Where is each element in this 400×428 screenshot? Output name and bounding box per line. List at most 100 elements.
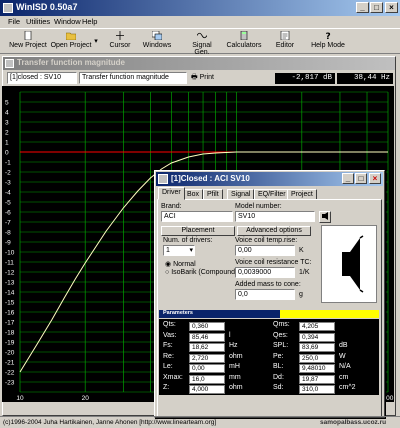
param-value-field[interactable]: 83,69 [299, 343, 335, 352]
signal-generator-icon [197, 32, 207, 39]
print-button[interactable]: 🖶 Print [191, 73, 221, 84]
x-tick-label: 10 [16, 395, 24, 402]
param-value-field[interactable]: 4,205 [299, 322, 335, 331]
param-value-field[interactable]: 310,0 [299, 385, 335, 394]
maximize-button[interactable]: □ [370, 2, 383, 13]
num-drivers-select[interactable]: 1 ▾ [163, 245, 195, 256]
windows-button[interactable]: Windows [142, 31, 172, 53]
param-unit: W [339, 352, 346, 360]
dialog-title: [1]Closed : ACI SV10 [171, 174, 250, 183]
editor-label: Editor [275, 42, 295, 49]
editor-icon [280, 31, 290, 40]
dialog-close-button[interactable]: × [369, 173, 381, 184]
param-name: SPL: [273, 342, 289, 349]
y-tick-label: 1 [5, 140, 9, 147]
function-combo[interactable]: Transfer function magnitude [79, 72, 187, 84]
help-mode-button[interactable]: ? Help Mode [310, 31, 346, 53]
dialog-icon [158, 174, 168, 184]
open-folder-icon [66, 32, 76, 40]
param-unit: ohm [229, 352, 243, 360]
param-value-field[interactable]: 4,000 [189, 385, 225, 394]
app-icon [3, 3, 13, 13]
project-combo-value: [1]closed : SV10 [10, 74, 61, 81]
driver-lookup-button[interactable] [319, 211, 331, 223]
y-tick-label: -17 [5, 320, 15, 327]
y-tick-label: 0 [5, 150, 9, 157]
y-tick-label: 5 [5, 100, 9, 107]
voice-temp-label: Voice coil temp.rise: [235, 237, 298, 244]
param-value-field[interactable]: 250,0 [299, 353, 335, 363]
menu-window[interactable]: Window [54, 17, 81, 26]
signal-generator-button[interactable]: Signal Gen. [186, 31, 218, 56]
y-tick-label: -21 [5, 360, 15, 367]
param-unit: dB [339, 342, 348, 349]
windows-label: Windows [142, 42, 172, 49]
added-mass-field[interactable]: 0,0 [235, 289, 295, 300]
vc-resist-unit: 1/K [299, 269, 310, 276]
voice-temp-field[interactable]: 0,00 [235, 245, 295, 256]
x-tick-label: 20 [82, 395, 90, 402]
param-value-field[interactable]: 16,0 [189, 374, 225, 384]
brand-field[interactable]: ACI [161, 211, 233, 222]
advanced-options-button[interactable]: Advanced options [237, 226, 311, 236]
param-value-field[interactable]: 2,720 [189, 353, 225, 363]
project-combo[interactable]: [1]closed : SV10 [7, 72, 77, 84]
param-value-field[interactable]: 19,87 [299, 374, 335, 384]
open-project-button[interactable]: Open Project [50, 31, 92, 53]
y-tick-label: -5 [5, 200, 11, 207]
calculator-icon [240, 31, 248, 40]
model-field[interactable]: SV10 [235, 211, 315, 222]
param-unit: cm^2 [339, 384, 356, 391]
y-tick-label: -7 [5, 220, 11, 227]
param-value-field[interactable]: 0,394 [299, 332, 335, 342]
graph-window-icon [5, 59, 14, 68]
y-tick-label: -22 [5, 370, 15, 377]
menu-help[interactable]: Help [82, 17, 97, 26]
brand-label: Brand: [161, 203, 182, 210]
minimize-button[interactable]: _ [356, 2, 369, 13]
param-value-field[interactable]: 85,46 [189, 332, 225, 342]
cursor-button[interactable]: Cursor [108, 31, 132, 53]
signal-generator-label: Signal Gen. [192, 42, 212, 56]
param-name: Le: [163, 363, 173, 370]
voice-temp-unit: K [299, 247, 304, 254]
param-name: Qms: [273, 321, 290, 328]
windows-icon [152, 31, 162, 40]
new-project-icon [24, 31, 32, 40]
normal-label: Normal [173, 261, 196, 268]
close-button[interactable]: × [385, 2, 398, 13]
param-value-field[interactable]: 0,00 [189, 364, 225, 373]
num-drivers-value: 1 [166, 247, 170, 254]
param-name: Vas: [163, 331, 177, 339]
cursor-icon [116, 31, 124, 40]
hz-readout: 38,44 Hz [337, 73, 393, 84]
printer-icon: 🖶 [191, 74, 198, 81]
param-value-field[interactable]: 18,62 [189, 343, 225, 352]
param-unit: l [229, 331, 231, 339]
param-name: Pe: [273, 352, 284, 360]
normal-radio[interactable]: ◉ Normal [165, 260, 196, 268]
y-tick-label: -12 [5, 270, 15, 277]
param-unit: cm [339, 373, 349, 381]
menu-utilities[interactable]: Utilities [26, 17, 50, 26]
vc-resist-label: Voice coil resistance TC: [235, 259, 312, 266]
menu-bar: File Utilities Window Help [0, 16, 400, 28]
dialog-maximize-button[interactable]: □ [355, 173, 367, 184]
y-tick-label: -1 [5, 160, 11, 167]
editor-button[interactable]: Editor [272, 31, 298, 53]
new-project-button[interactable]: New Project [8, 31, 48, 53]
placement-button[interactable]: Placement [161, 226, 235, 236]
dialog-minimize-button[interactable]: _ [342, 173, 354, 184]
isobarik-radio[interactable]: ○ IsoBarik (Compound) [165, 269, 237, 276]
radio-selected-icon: ◉ [165, 261, 172, 268]
help-icon: ? [326, 32, 331, 40]
param-value-field[interactable]: 0,360 [189, 322, 225, 331]
param-value-field[interactable]: 9,48010 [299, 364, 335, 373]
y-tick-label: 4 [5, 110, 9, 117]
tab-driver[interactable]: Driver [158, 187, 185, 200]
menu-file[interactable]: File [8, 17, 20, 26]
calculators-button[interactable]: Calculators [226, 31, 262, 53]
param-name: Fs: [163, 342, 173, 349]
vc-resist-field[interactable]: 0,0039000 [235, 267, 295, 278]
param-name: Re: [163, 352, 174, 360]
